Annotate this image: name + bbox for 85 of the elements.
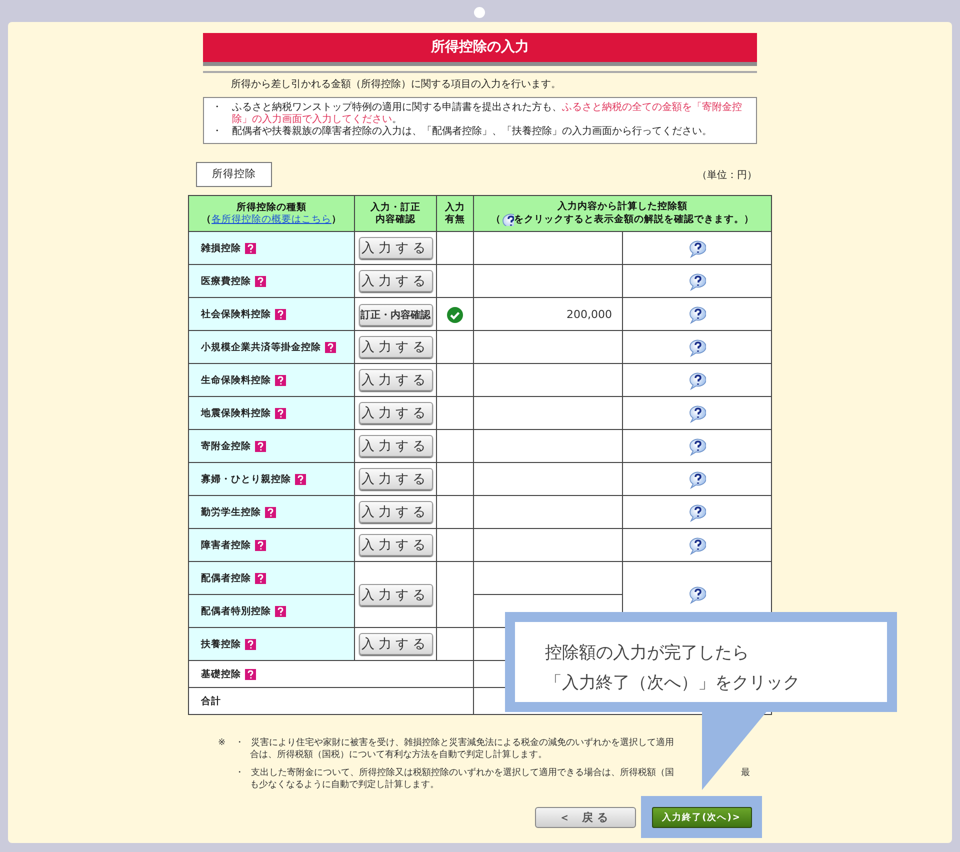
deduction-name: 合計 [201, 694, 221, 708]
help-icon[interactable] [255, 276, 266, 286]
note-text: 合は、所得税額（国税）について有利な方法を自動で判定し計算します。 [250, 749, 547, 761]
section-label: 所得控除 [196, 162, 272, 187]
header-text: をクリックすると表示金額の解説を確認できます。） [514, 214, 754, 226]
bullet: ・ [212, 126, 223, 138]
bullet: ・ [235, 737, 245, 749]
callout-text: 「入力終了（次へ）」をクリック [545, 672, 801, 695]
deduction-name: 寡婦・ひとり親控除 [201, 472, 291, 486]
help-icon[interactable] [688, 306, 706, 324]
input-button[interactable]: 入力する [358, 402, 432, 424]
help-icon[interactable] [688, 240, 706, 258]
overview-link[interactable]: 各所得控除の概要はこちら [212, 214, 332, 226]
input-button[interactable]: 訂正・内容確認 [358, 304, 432, 326]
header-text: 内容確認 [376, 214, 416, 226]
input-button[interactable]: 入力する [358, 369, 432, 391]
help-icon[interactable] [688, 272, 706, 291]
bullet: ・ [212, 102, 223, 115]
note-mark: ※ [218, 737, 227, 749]
help-icon[interactable] [688, 338, 706, 357]
intro-text: 所得から差し引かれる金額（所得控除）に関する項目の入力を行います。 [203, 71, 757, 92]
deduction-name: 地震保険料控除 [201, 406, 271, 420]
help-icon[interactable] [295, 474, 306, 484]
help-icon[interactable] [688, 470, 706, 489]
help-icon[interactable] [325, 342, 336, 352]
deduction-name: 扶養控除 [201, 638, 241, 650]
note-text: 最 [741, 767, 750, 779]
notice-text: 配偶者や扶養親族の障害者控除の入力は、「配偶者控除」、「扶養控除」の入力画面から行ってください。 [232, 126, 713, 138]
header-text: ） [332, 214, 342, 226]
deduction-name: 寄附金控除 [201, 440, 251, 452]
help-icon[interactable] [245, 638, 256, 650]
header-text: 入力 [445, 202, 465, 214]
help-icon[interactable] [265, 506, 276, 518]
amount-cell: 200,000 [474, 298, 622, 330]
deduction-name: 生命保険料控除 [201, 374, 271, 386]
unit-label: （単位：円） [697, 168, 757, 182]
help-icon[interactable] [688, 536, 706, 555]
callout-text: 控除額の入力が完了したら [545, 642, 750, 665]
deduction-name: 配偶者特別控除 [201, 604, 271, 618]
header-text: 入力・訂正 [370, 202, 420, 214]
note-text: 支出した寄附金について、所得控除又は税額控除のいずれかを選択して適用できる場合は、所得税額（国 [251, 767, 674, 779]
input-button[interactable]: 入力する [358, 534, 432, 556]
back-button[interactable]: ＜ 戻る [535, 806, 636, 828]
help-icon[interactable] [688, 586, 706, 604]
input-button[interactable]: 入力する [358, 584, 432, 606]
help-icon[interactable] [688, 504, 706, 522]
header-text: 有無 [445, 214, 465, 226]
page-title: 所得控除の入力 [203, 33, 757, 66]
help-icon[interactable] [255, 440, 266, 452]
deduction-name: 小規模企業共済等掛金控除 [201, 340, 321, 354]
note-text: も少なくなるように自動で判定し計算します。 [250, 779, 439, 791]
header-text: （ [202, 214, 212, 226]
deduction-name: 障害者控除 [201, 538, 251, 552]
header-text: 所得控除の種類 [236, 202, 306, 214]
deduction-name: 配偶者控除 [201, 572, 251, 584]
bullet: ・ [235, 767, 245, 779]
help-icon[interactable] [688, 404, 706, 423]
input-button[interactable]: 入力する [358, 237, 432, 259]
help-icon[interactable] [688, 372, 706, 390]
help-icon[interactable] [255, 572, 266, 584]
input-button[interactable]: 入力する [358, 435, 432, 457]
input-button[interactable]: 入力する [358, 468, 432, 490]
deduction-name: 医療費控除 [201, 274, 251, 288]
header-text: （ [491, 214, 501, 226]
notice-text: ふるさと納税ワンストップ特例の適用に関する申請書を提出された方も、ふるさと納税の全ての金額を「寄附金控除」の入力画面で入力してください。 [232, 102, 743, 126]
help-icon[interactable] [688, 438, 706, 456]
deduction-name: 雑損控除 [201, 242, 241, 254]
input-button[interactable]: 入力する [358, 270, 432, 292]
header-text: 入力内容から計算した控除額 [558, 201, 688, 213]
help-icon[interactable] [255, 540, 266, 550]
next-button[interactable]: 入力終了(次へ)> [652, 806, 752, 828]
deduction-name: 勤労学生控除 [201, 506, 261, 518]
deduction-name: 社会保険料控除 [201, 308, 271, 320]
help-icon[interactable] [275, 408, 286, 418]
help-icon[interactable] [245, 242, 256, 254]
help-icon[interactable] [275, 374, 286, 386]
deduction-name: 基礎控除 [201, 668, 241, 680]
note-text: 災害により住宅や家財に被害を受け、雑損控除と災害減免法による税金の減免のいずれかを選択して適用 [251, 737, 674, 749]
indicator-dot [474, 7, 485, 18]
input-button[interactable]: 入力する [358, 501, 432, 523]
input-button[interactable]: 入力する [358, 336, 432, 358]
input-button[interactable]: 入力する [358, 633, 432, 655]
help-icon[interactable] [275, 606, 286, 616]
help-icon[interactable] [275, 308, 286, 320]
help-icon[interactable] [245, 668, 256, 680]
